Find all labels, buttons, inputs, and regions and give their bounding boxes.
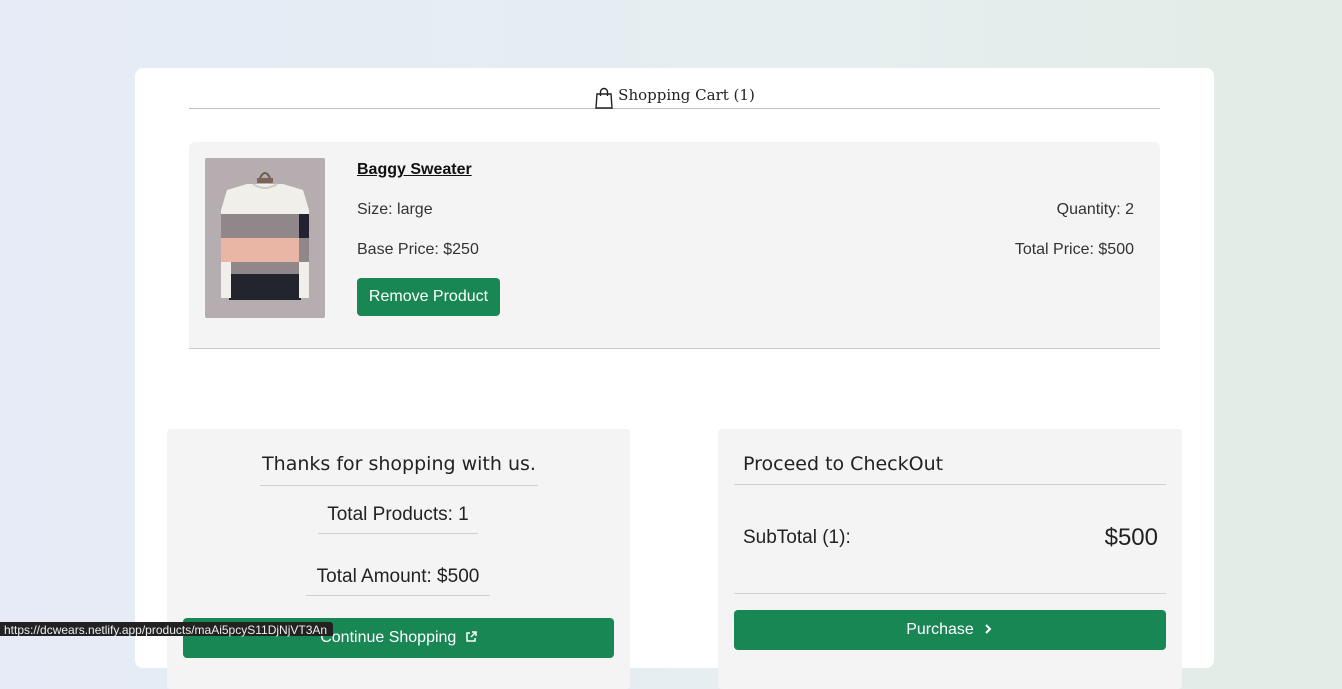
cart-card: Shopping Cart (1) Baggy Sweater Size: la… — [135, 68, 1214, 689]
product-name-link[interactable]: Baggy Sweater — [357, 161, 472, 179]
product-base-price: Base Price: $250 — [357, 241, 479, 258]
remove-product-button[interactable]: Remove Product — [357, 278, 500, 316]
subtotal-label: SubTotal (1): — [743, 527, 851, 548]
thanks-heading: Thanks for shopping with us. — [260, 443, 538, 486]
total-amount: Total Amount: $500 — [306, 559, 490, 596]
checkout-heading: Proceed to CheckOut — [734, 443, 1166, 485]
continue-shopping-label: Continue Shopping — [320, 629, 457, 646]
checkout-panel: Proceed to CheckOut SubTotal (1): $500 P… — [718, 429, 1182, 689]
product-total-price: Total Price: $500 — [1014, 241, 1134, 258]
shopping-bag-icon — [594, 86, 618, 113]
checkout-divider — [734, 593, 1166, 594]
status-bar-url: https://dcwears.netlify.app/products/maA… — [0, 622, 334, 637]
external-link-icon — [461, 629, 477, 646]
cart-header: Shopping Cart (1) — [189, 86, 1160, 109]
subtotal-value: $500 — [1104, 524, 1158, 551]
cart-item: Baggy Sweater Size: large Quantity: 2 Ba… — [189, 142, 1160, 349]
product-size: Size: large — [357, 201, 433, 218]
total-products: Total Products: 1 — [318, 497, 478, 534]
cart-title: Shopping Cart (1) — [618, 86, 755, 104]
summary-panel: Thanks for shopping with us. Total Produ… — [167, 429, 630, 689]
purchase-button[interactable]: Purchase — [734, 610, 1166, 650]
product-quantity: Quantity: 2 — [1056, 201, 1134, 218]
chevron-right-icon — [974, 621, 994, 639]
purchase-label: Purchase — [906, 621, 974, 638]
product-image[interactable] — [205, 158, 325, 318]
